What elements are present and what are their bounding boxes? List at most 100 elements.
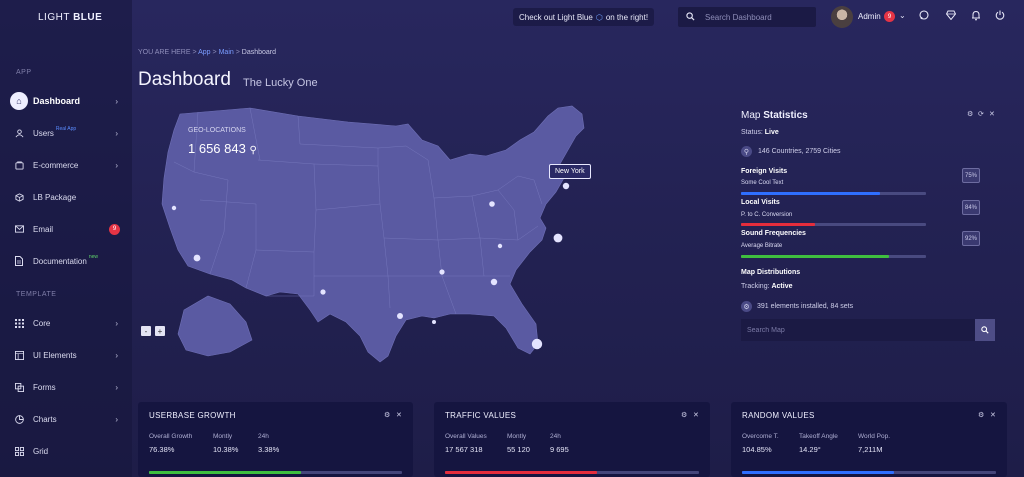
search-dashboard[interactable] [678,7,816,27]
metric-percent-badge: 84% [962,200,980,215]
zoom-in-button[interactable]: + [155,326,165,336]
home-icon: ⌂ [10,92,28,110]
metric-progress-fill [741,192,880,195]
chevron-right-icon: › [115,382,118,392]
mail-icon [10,220,28,238]
chevron-down-icon[interactable]: ⌄ [899,11,906,20]
close-icon[interactable]: ✕ [396,411,402,419]
email-badge: 9 [109,223,120,235]
widget-progress-bar [445,471,699,474]
search-map[interactable] [741,319,975,341]
breadcrumb-current: Dashboard [241,49,277,56]
stat-value: 7,211M [858,445,883,454]
avatar[interactable] [831,6,853,28]
stat-value: 76.38% [149,445,175,454]
sidebar-item-forms[interactable]: Forms › [10,378,126,396]
document-icon [10,252,28,270]
metric-progress-fill [741,223,815,226]
search-map-input[interactable] [747,326,947,334]
sidebar-item-grid[interactable]: Grid [10,442,126,460]
widget-title: TRAFFIC VALUES [445,411,517,420]
forms-icon [10,378,28,396]
stat-label: Montly [213,433,233,440]
widget-title: RANDOM VALUES [742,411,815,420]
stat-label: 24h [258,433,269,440]
close-icon[interactable]: ✕ [693,411,699,419]
tracking-row: Tracking: Active [741,283,793,290]
settings-icon[interactable]: ⚙ [978,411,984,419]
grid-icon [10,314,28,332]
sidebar-item-email[interactable]: Email 9 [10,220,126,238]
stat-label: 24h [550,433,561,440]
status-row: Status: Live [741,129,779,136]
installed-row: ⚙ 391 elements installed, 84 sets [741,301,853,312]
metric-subtitle: Average Bitrate [741,243,783,249]
bell-icon[interactable] [971,10,981,24]
chevron-right-icon: › [115,96,118,106]
gem-icon[interactable] [945,10,957,23]
search-input[interactable] [705,12,805,22]
sidebar-item-ecommerce[interactable]: E-commerce › [10,156,126,174]
stat-value: 17 567 318 [445,445,483,454]
map-statistics-panel: Map Statistics ⚙ ⟳ ✕ Status: Live ⚲ 146 … [741,100,997,350]
chat-icon[interactable] [919,10,929,23]
power-icon[interactable] [995,10,1005,23]
stat-value: 104.85% [742,445,772,454]
settings-icon[interactable]: ⚙ [681,411,687,419]
map-statistics-title: Map Statistics [741,110,808,121]
package-icon [10,188,28,206]
search-map-button[interactable] [975,319,995,341]
widget-progress-fill [149,471,301,474]
layout-grid-icon [10,442,28,460]
search-icon [686,11,695,23]
sidebar-item-ui-elements[interactable]: UI Elements › [10,346,126,364]
breadcrumb-link[interactable]: Main [219,49,234,56]
stat-label: Montly [507,433,527,440]
widget-userbase-growth: USERBASE GROWTH ⚙ ✕ Overall Growth 76.38… [138,402,413,477]
widget-title: USERBASE GROWTH [149,411,236,420]
stat-value: 10.38% [213,445,239,454]
close-icon[interactable]: ✕ [989,110,995,118]
stat-value: 55 120 [507,445,530,454]
widget-progress-bar [742,471,996,474]
metric-percent-badge: 75% [962,168,980,183]
ui-elements-icon [10,346,28,364]
user-name[interactable]: Admin [858,12,881,21]
metric-progress-bar [741,223,926,226]
widget-progress-bar [149,471,402,474]
breadcrumb-link[interactable]: App [198,49,210,56]
sidebar-item-core[interactable]: Core › [10,314,126,332]
widget-progress-fill [742,471,895,474]
sidebar-item-lb-package[interactable]: LB Package [10,188,126,206]
sidebar: LIGHT BLUE APP ⌂ Dashboard › Users Real … [0,0,132,477]
brand-logo[interactable]: LIGHT BLUE [38,12,102,23]
close-icon[interactable]: ✕ [990,411,996,419]
cart-icon [10,156,28,174]
sidebar-section-template: TEMPLATE [16,291,57,298]
page-subtitle: The Lucky One [243,77,318,89]
map-pin-icon: ⚲ [741,146,752,157]
settings-icon[interactable]: ⚙ [384,411,390,419]
stat-value: 3.38% [258,445,280,454]
chevron-right-icon: › [115,414,118,424]
geo-locations-label: GEO-LOCATIONS [188,127,246,134]
refresh-icon[interactable]: ⟳ [978,110,984,118]
sidebar-item-users[interactable]: Users Real App › [10,124,126,142]
settings-icon[interactable]: ⚙ [967,110,973,118]
pie-chart-icon [10,410,28,428]
sidebar-item-charts[interactable]: Charts › [10,410,126,428]
widget-progress-fill [445,471,598,474]
zoom-out-button[interactable]: - [141,326,151,336]
metric-percent-badge: 92% [962,231,980,246]
stat-label: Overcome T. [742,433,779,440]
page-title: Dashboard [138,69,231,90]
breadcrumb: YOU ARE HERE > App > Main > Dashboard [138,49,277,56]
stat-label: Overall Growth [149,433,193,440]
sidebar-item-documentation[interactable]: Documentation new [10,252,126,270]
geo-locations-value: 1 656 843 ⚲ [188,141,257,156]
promo-banner[interactable]: Check out Light Blue ⬡ on the right! [513,8,655,26]
sidebar-item-dashboard[interactable]: ⌂ Dashboard › [10,92,126,110]
distributions-title: Map Distributions [741,269,801,276]
user-badge: 9 [884,11,895,22]
metric-subtitle: Some Cool Text [741,180,784,186]
